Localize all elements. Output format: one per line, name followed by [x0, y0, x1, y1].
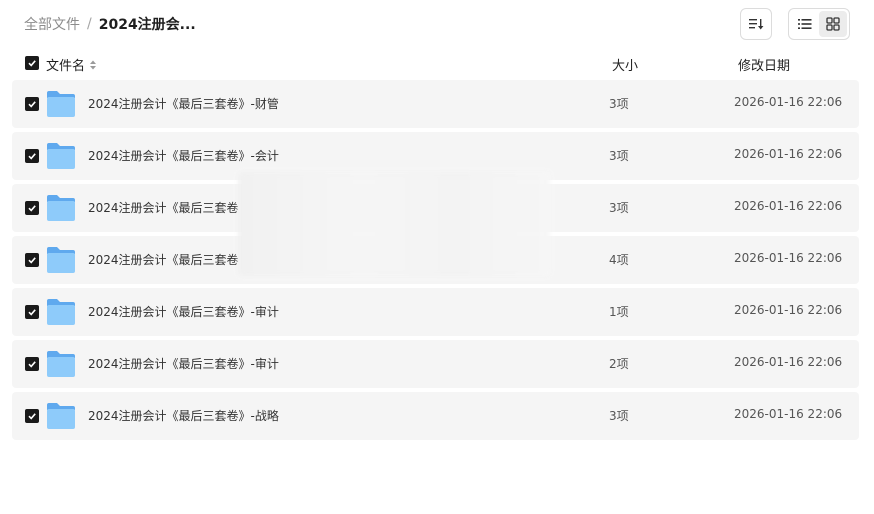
breadcrumb-current: 2024注册会... — [98, 17, 196, 33]
row-checkbox[interactable] — [25, 409, 39, 423]
folder-icon — [47, 403, 75, 429]
checkmark-icon — [28, 309, 36, 316]
row-checkbox[interactable] — [25, 357, 39, 371]
folder-icon — [47, 351, 75, 377]
folder-icon — [47, 91, 75, 117]
file-name[interactable]: 2024注册会计《最后三套卷》-战略 — [88, 407, 279, 424]
checkmark-icon — [28, 257, 36, 264]
table-row[interactable]: 2024注册会计《最后三套卷》-战略 3项 2026-01-16 22:06 — [12, 392, 859, 440]
file-name[interactable]: 2024注册会计《最后三套卷》-财管 — [88, 95, 279, 112]
breadcrumb-separator: / — [87, 16, 92, 32]
column-header-name[interactable]: 文件名 — [46, 55, 97, 74]
column-header-date[interactable]: 修改日期 — [738, 55, 790, 74]
file-size: 1项 — [609, 305, 629, 319]
table-row[interactable]: 2024注册会计《最后三套卷》-审计 2项 2026-01-16 22:06 — [12, 340, 859, 388]
checkmark-icon — [28, 361, 36, 368]
checkmark-icon — [28, 60, 36, 67]
folder-icon — [47, 195, 75, 221]
file-size: 4项 — [609, 253, 629, 267]
file-name[interactable]: 2024注册会计《最后三套卷 — [88, 199, 239, 216]
file-size: 3项 — [609, 149, 629, 163]
file-size: 3项 — [609, 97, 629, 111]
column-header-size[interactable]: 大小 — [612, 55, 638, 74]
folder-icon — [47, 247, 75, 273]
select-all-checkbox[interactable] — [25, 56, 39, 70]
file-date: 2026-01-16 22:06 — [734, 199, 843, 213]
table-row[interactable]: 2024注册会计《最后三套卷》-财管 3项 2026-01-16 22:06 — [12, 80, 859, 128]
grid-view-button[interactable] — [819, 11, 847, 37]
file-size: 3项 — [609, 201, 629, 215]
row-checkbox[interactable] — [25, 201, 39, 215]
breadcrumb: 全部文件 / 2024注册会... — [24, 14, 196, 34]
redaction-blur — [238, 172, 550, 276]
list-view-button[interactable] — [791, 11, 819, 37]
sort-caret-icon — [89, 59, 97, 71]
table-header: 文件名 大小 修改日期 — [12, 52, 859, 76]
file-date: 2026-01-16 22:06 — [734, 303, 843, 317]
row-checkbox[interactable] — [25, 305, 39, 319]
view-toggle — [788, 8, 850, 40]
file-date: 2026-01-16 22:06 — [734, 147, 843, 161]
checkmark-icon — [28, 153, 36, 160]
file-date: 2026-01-16 22:06 — [734, 407, 843, 421]
file-date: 2026-01-16 22:06 — [734, 95, 843, 109]
checkmark-icon — [28, 413, 36, 420]
row-checkbox[interactable] — [25, 97, 39, 111]
row-checkbox[interactable] — [25, 149, 39, 163]
file-date: 2026-01-16 22:06 — [734, 251, 843, 265]
grid-view-icon — [826, 17, 840, 31]
checkmark-icon — [28, 205, 36, 212]
breadcrumb-root-link[interactable]: 全部文件 — [24, 14, 80, 34]
file-name[interactable]: 2024注册会计《最后三套卷》-审计 — [88, 355, 279, 372]
folder-icon — [47, 143, 75, 169]
file-name[interactable]: 2024注册会计《最后三套卷 — [88, 251, 239, 268]
file-size: 2项 — [609, 357, 629, 371]
file-browser: 全部文件 / 2024注册会... 文件名 大小 修改日期 2024注册会计《最… — [0, 0, 874, 514]
file-name[interactable]: 2024注册会计《最后三套卷》-会计 — [88, 147, 279, 164]
list-view-icon — [798, 19, 812, 29]
sort-button[interactable] — [740, 8, 772, 40]
table-row[interactable]: 2024注册会计《最后三套卷》-审计 1项 2026-01-16 22:06 — [12, 288, 859, 336]
row-checkbox[interactable] — [25, 253, 39, 267]
column-header-name-label: 文件名 — [46, 59, 86, 74]
file-size: 3项 — [609, 409, 629, 423]
folder-icon — [47, 299, 75, 325]
file-date: 2026-01-16 22:06 — [734, 355, 843, 369]
file-name[interactable]: 2024注册会计《最后三套卷》-审计 — [88, 303, 279, 320]
checkmark-icon — [28, 101, 36, 108]
sort-list-icon — [749, 19, 764, 30]
